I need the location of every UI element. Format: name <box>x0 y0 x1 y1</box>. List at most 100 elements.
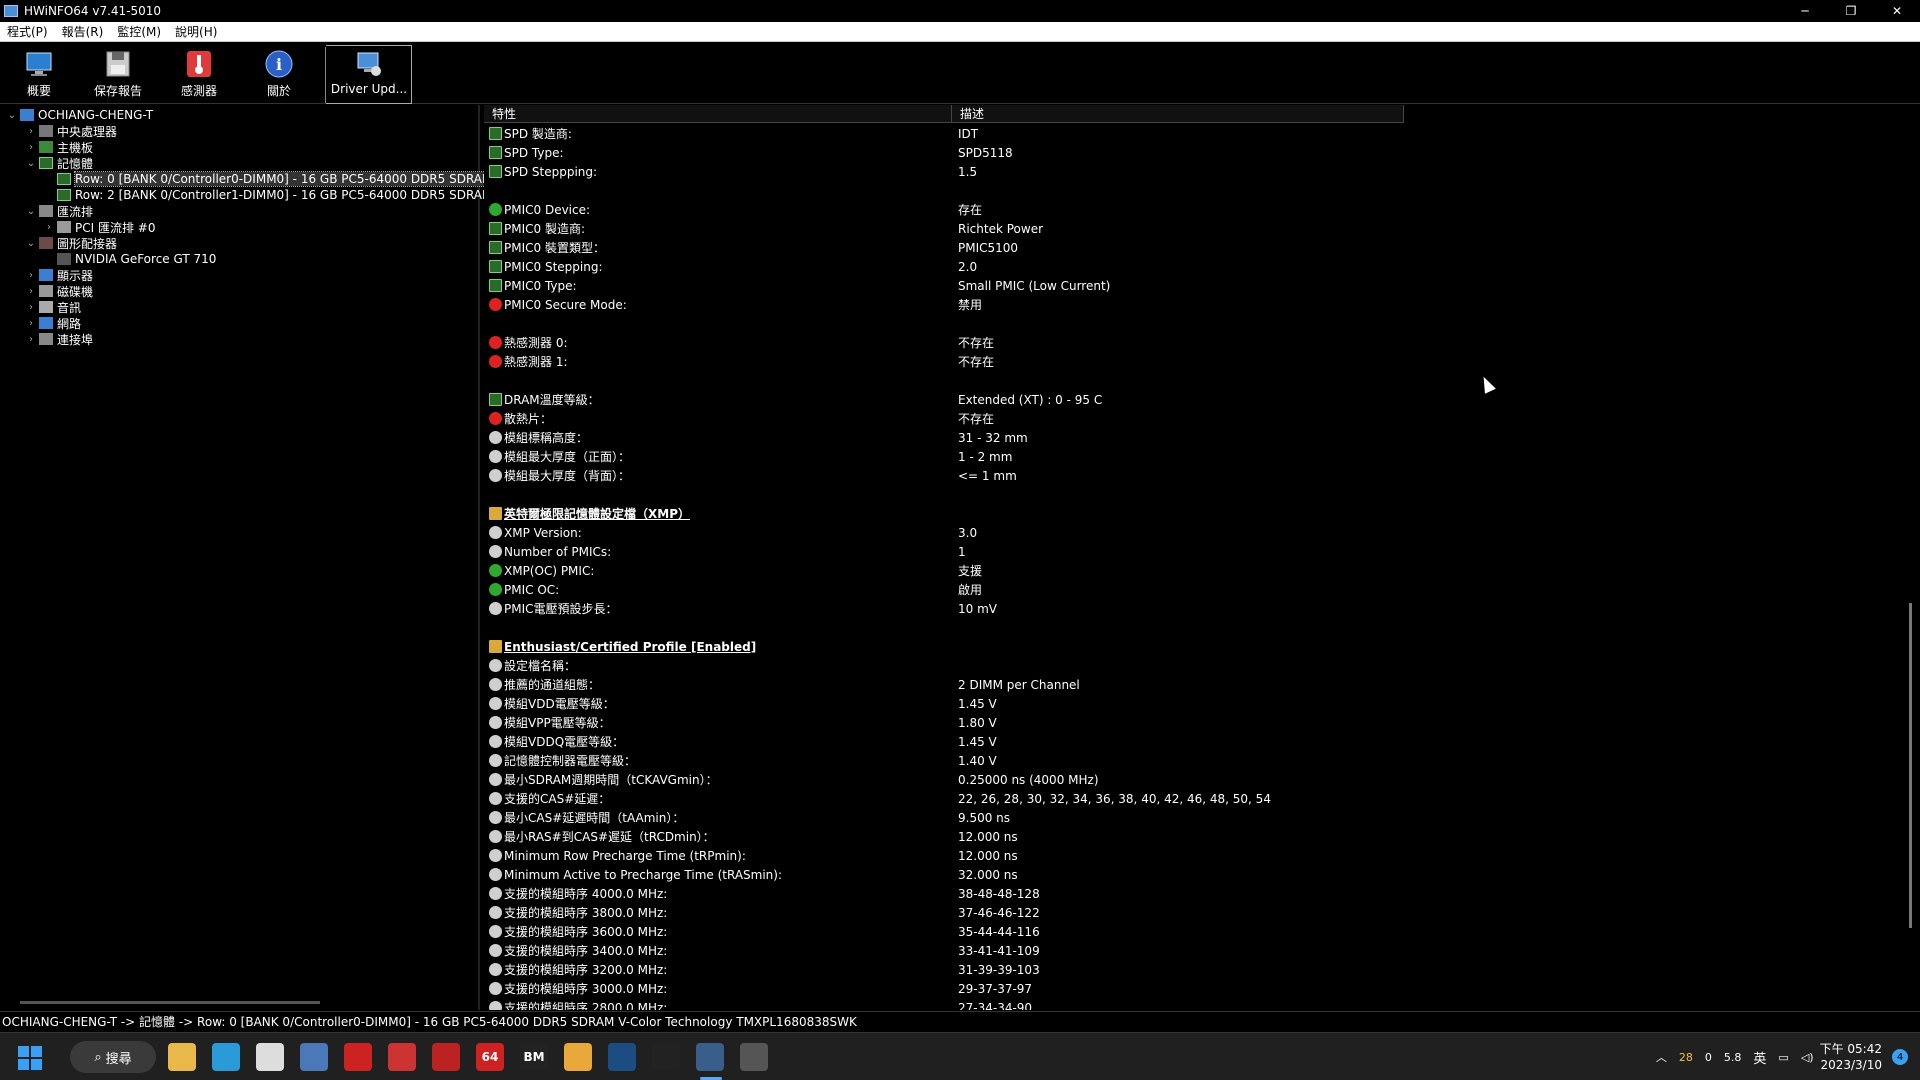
vertical-scrollbar[interactable] <box>1909 603 1912 928</box>
property-row[interactable]: DRAM溫度等級： Extended (XT) : 0 - 95 C <box>484 390 1884 409</box>
property-row[interactable]: 模組VPP電壓等級： 1.80 V <box>484 713 1884 732</box>
menu-help[interactable]: 說明(H) <box>168 23 224 40</box>
property-row[interactable]: XMP(OC) PMIC: 支援 <box>484 561 1884 580</box>
property-row[interactable]: PMIC0 Secure Mode: 禁用 <box>484 295 1884 314</box>
taskbar-app-app-14[interactable] <box>740 1043 768 1071</box>
tray-value-1[interactable]: 0 <box>1705 1051 1712 1064</box>
property-row[interactable]: PMIC電壓預設步長： 10 mV <box>484 599 1884 618</box>
tree-item-monitor[interactable]: › 顯示器 <box>25 267 93 283</box>
menu-program[interactable]: 程式(P) <box>0 23 55 40</box>
volume-icon[interactable]: ◁) <box>1801 1051 1814 1064</box>
summary-button[interactable]: 概要 <box>5 49 73 103</box>
property-row[interactable]: 支援的模組時序 3600.0 MHz: 35-44-44-116 <box>484 922 1884 941</box>
tree-item-ports[interactable]: › 連接埠 <box>25 331 93 347</box>
taskbar-app-app-5[interactable] <box>344 1043 372 1071</box>
tree-item-network[interactable]: › 網路 <box>25 315 81 331</box>
taskbar-app-app-bm[interactable]: BM <box>520 1043 548 1071</box>
property-row[interactable]: PMIC OC: 啟用 <box>484 580 1884 599</box>
property-row[interactable]: 支援的模組時序 3200.0 MHz: 31-39-39-103 <box>484 960 1884 979</box>
tray-value-2[interactable]: 5.8 <box>1724 1051 1742 1064</box>
notification-badge[interactable]: 4 <box>1892 1049 1908 1065</box>
tree-item-gpu-card[interactable]: NVIDIA GeForce GT 710 <box>43 251 216 267</box>
property-row[interactable]: 模組標稱高度： 31 - 32 mm <box>484 428 1884 447</box>
tree-item-drives[interactable]: › 磁碟機 <box>25 283 93 299</box>
expand-toggle[interactable]: ⌄ <box>6 110 18 121</box>
property-row[interactable]: 熱感測器 0: 不存在 <box>484 333 1884 352</box>
property-row[interactable]: 支援的模組時序 3800.0 MHz: 37-46-46-122 <box>484 903 1884 922</box>
tree-item-graphics[interactable]: ⌄ 圖形配接器 <box>25 235 117 251</box>
property-row[interactable]: PMIC0 裝置類型： PMIC5100 <box>484 238 1884 257</box>
property-row[interactable]: Number of PMICs: 1 <box>484 542 1884 561</box>
ime-indicator[interactable]: 英 <box>1753 1048 1766 1067</box>
taskbar-app-steam[interactable] <box>608 1043 636 1071</box>
property-row[interactable]: 最小RAS#到CAS#遲延（tRCDmin）： 12.000 ns <box>484 827 1884 846</box>
property-row[interactable]: PMIC0 製造商: Richtek Power <box>484 219 1884 238</box>
property-row[interactable]: 模組VDDQ電壓等級： 1.45 V <box>484 732 1884 751</box>
taskbar-app-edge[interactable] <box>212 1043 240 1071</box>
menu-report[interactable]: 報告(R) <box>55 23 111 40</box>
property-row[interactable]: 支援的模組時序 3400.0 MHz: 33-41-41-109 <box>484 941 1884 960</box>
taskbar-app-cpu-z[interactable] <box>432 1043 460 1071</box>
tree-item-motherboard[interactable]: › 主機板 <box>25 139 93 155</box>
taskbar-app-chrome[interactable] <box>564 1043 592 1071</box>
menu-monitor[interactable]: 監控(M) <box>110 23 168 40</box>
taskbar-app-app-6[interactable] <box>388 1043 416 1071</box>
property-row[interactable]: 模組最大厚度（正面）： 1 - 2 mm <box>484 447 1884 466</box>
property-row[interactable]: 設定檔名稱： <box>484 656 1884 675</box>
property-value: PMIC5100 <box>958 240 1019 255</box>
property-row[interactable]: 最小CAS#延遲時間（tAAmin）： 9.500 ns <box>484 808 1884 827</box>
taskbar-app-app-4[interactable] <box>300 1043 328 1071</box>
section-header[interactable]: Enthusiast/Certified Profile [Enabled] <box>484 637 1884 656</box>
property-row[interactable]: XMP Version: 3.0 <box>484 523 1884 542</box>
network-icon[interactable]: ▭ <box>1778 1051 1788 1064</box>
sensors-button[interactable]: 感測器 <box>165 49 233 103</box>
section-header[interactable]: 英特爾極限記憶體設定檔（XMP） <box>484 504 1884 523</box>
property-row[interactable]: SPD Steppping: 1.5 <box>484 162 1884 181</box>
taskbar-app-file-explorer[interactable] <box>168 1043 196 1071</box>
tree-item-memory[interactable]: ⌄ 記憶體 <box>25 155 93 171</box>
save-report-button[interactable]: 保存報告 <box>84 49 152 103</box>
tree-item-cpu[interactable]: › 中央處理器 <box>25 123 117 139</box>
chevron-up-icon[interactable]: ︿ <box>1656 1049 1667 1065</box>
property-row[interactable]: 熱感測器 1: 不存在 <box>484 352 1884 371</box>
tree-item-pci-bus[interactable]: › PCI 匯流排 #0 <box>43 219 155 235</box>
tree-item-audio[interactable]: › 音訊 <box>25 299 81 315</box>
close-button[interactable]: ✕ <box>1874 0 1920 22</box>
taskbar-app-hwinfo[interactable] <box>696 1043 724 1071</box>
property-row[interactable]: PMIC0 Stepping: 2.0 <box>484 257 1884 276</box>
property-row[interactable]: Minimum Row Precharge Time (tRPmin): 12.0… <box>484 846 1884 865</box>
property-row[interactable]: SPD Type: SPD5118 <box>484 143 1884 162</box>
network-icon <box>39 317 53 329</box>
property-row[interactable]: 支援的模組時序 4000.0 MHz: 38-48-48-128 <box>484 884 1884 903</box>
taskbar-app-store[interactable] <box>256 1043 284 1071</box>
property-row[interactable]: 散熱片： 不存在 <box>484 409 1884 428</box>
tree-horizontal-scrollbar[interactable] <box>20 1001 320 1004</box>
taskbar-search[interactable]: ⌕ 搜尋 <box>70 1041 156 1073</box>
column-header-description[interactable]: 描述 <box>952 105 1404 123</box>
clock[interactable]: 下午 05:42 2023/3/10 <box>1820 1041 1882 1073</box>
property-row[interactable]: PMIC0 Type: Small PMIC (Low Current) <box>484 276 1884 295</box>
property-row[interactable]: Minimum Active to Precharge Time (tRASmi… <box>484 865 1884 884</box>
property-row[interactable]: 支援的模組時序 3000.0 MHz: 29-37-37-97 <box>484 979 1884 998</box>
taskbar-app-app-12[interactable] <box>652 1043 680 1071</box>
property-row[interactable]: 支援的CAS#延遲： 22, 26, 28, 30, 32, 34, 36, 38… <box>484 789 1884 808</box>
restore-button[interactable]: ❐ <box>1828 0 1874 22</box>
property-row[interactable]: PMIC0 Device: 存在 <box>484 200 1884 219</box>
property-row[interactable]: 推薦的通道組態： 2 DIMM per Channel <box>484 675 1884 694</box>
property-row[interactable]: 模組最大厚度（背面）： <= 1 mm <box>484 466 1884 485</box>
property-row[interactable]: SPD 製造商: IDT <box>484 124 1884 143</box>
tray-temp[interactable]: 28 <box>1679 1051 1693 1064</box>
tree-item-computer[interactable]: ⌄ OCHIANG-CHENG-T <box>6 107 153 123</box>
column-header-feature[interactable]: 特性 <box>484 105 952 123</box>
about-button[interactable]: i 關於 <box>245 49 313 103</box>
start-button[interactable] <box>18 1046 42 1070</box>
minimize-button[interactable]: ─ <box>1782 0 1828 22</box>
property-name: PMIC0 裝置類型： <box>504 241 605 255</box>
property-row[interactable]: 最小SDRAM週期時間（tCKAVGmin）： 0.25000 ns (4000 … <box>484 770 1884 789</box>
property-row[interactable]: 支援的模組時序 2800.0 MHz: 27-34-34-90 <box>484 998 1884 1010</box>
tree-item-bus[interactable]: ⌄ 匯流排 <box>25 203 93 219</box>
property-row[interactable]: 記憶體控制器電壓等級： 1.40 V <box>484 751 1884 770</box>
property-row[interactable]: 模組VDD電壓等級： 1.45 V <box>484 694 1884 713</box>
taskbar-app-aida64[interactable]: 64 <box>476 1043 504 1071</box>
driver-update-button[interactable]: Driver Upd... <box>331 49 407 103</box>
